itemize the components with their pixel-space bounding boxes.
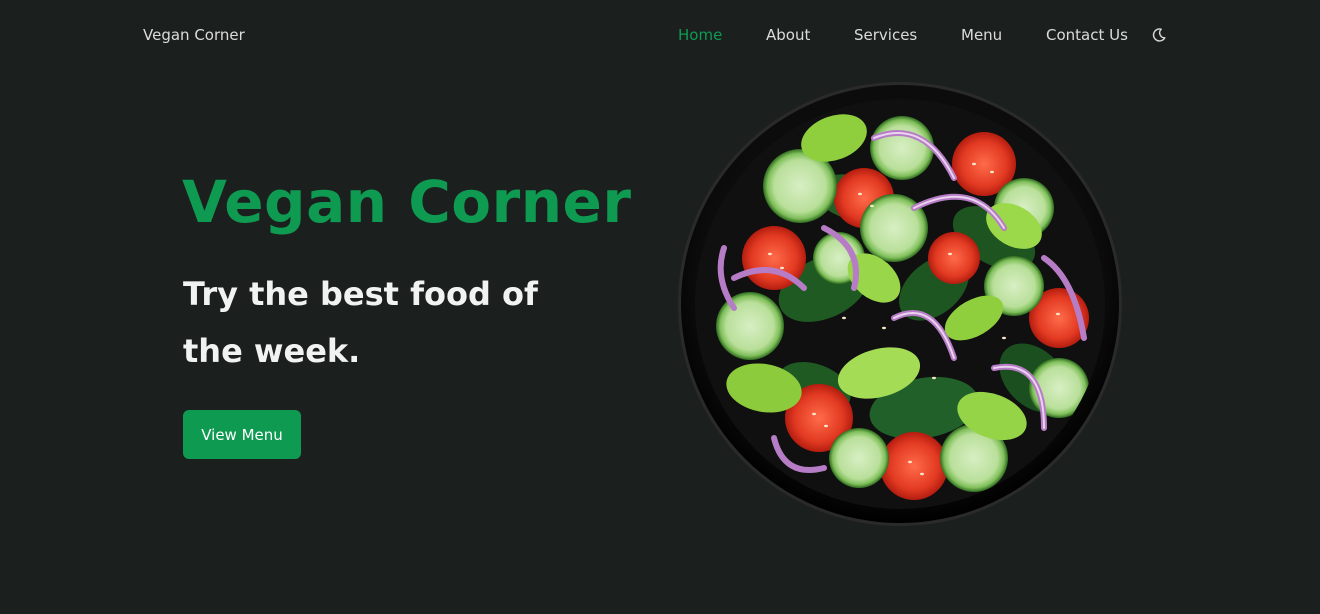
hero-subtitle: Try the best food of the week. [183, 275, 538, 370]
theme-toggle-button[interactable] [1151, 27, 1167, 43]
salad-bowl-image [678, 82, 1122, 526]
moon-icon [1152, 28, 1166, 42]
nav-menu-link[interactable]: Menu [961, 26, 1002, 44]
view-menu-button[interactable]: View Menu [183, 410, 301, 459]
page: Vegan Corner Home About Services Menu Co… [0, 0, 1320, 614]
nav-home-link[interactable]: Home [678, 26, 722, 44]
hero-title: Vegan Corner [182, 168, 632, 236]
nav-services-link[interactable]: Services [854, 26, 917, 44]
main-nav: Home About Services Menu Contact Us [0, 26, 1320, 48]
nav-about-link[interactable]: About [766, 26, 810, 44]
nav-contact-link[interactable]: Contact Us [1046, 26, 1128, 44]
